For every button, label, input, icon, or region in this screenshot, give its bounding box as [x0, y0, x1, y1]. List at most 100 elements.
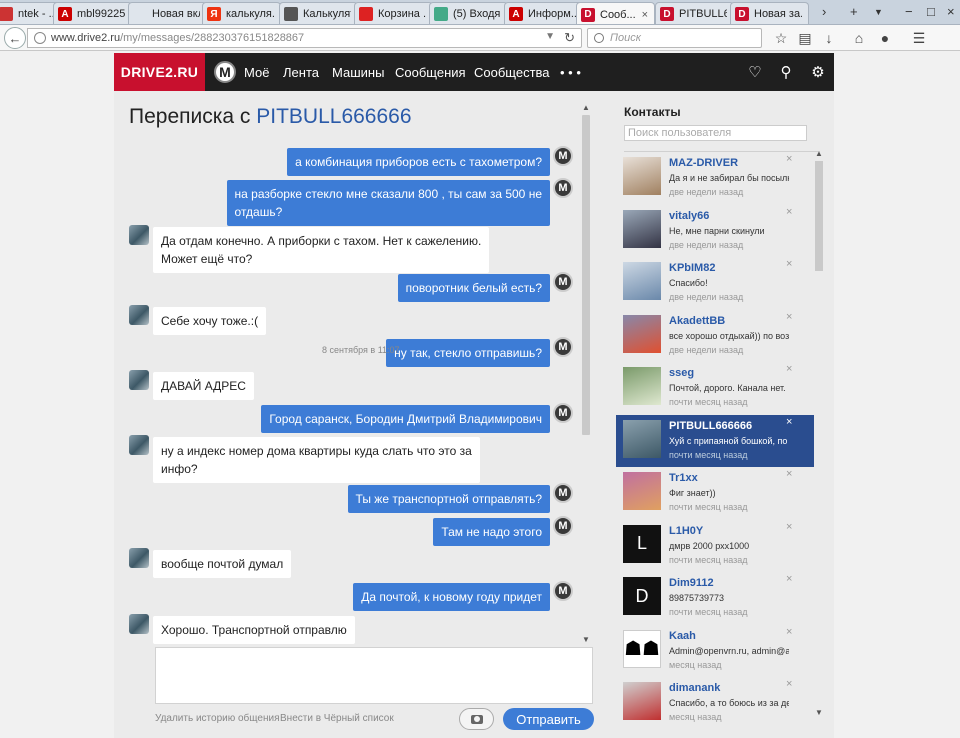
browser-tab[interactable]: Калькулят... [279, 2, 358, 24]
browser-search-input[interactable]: Поиск [587, 28, 762, 48]
browser-tab[interactable]: Новая вкладка [128, 2, 207, 24]
nav-item-messages[interactable]: Сообщения [395, 53, 466, 91]
browser-tab[interactable]: A Информ... [504, 2, 583, 24]
remove-contact-icon[interactable]: × [786, 311, 792, 323]
menu-icon[interactable]: ☰ [910, 30, 928, 47]
my-avatar[interactable]: M [553, 516, 573, 536]
scrollbar-thumb[interactable] [582, 115, 590, 435]
remove-contact-icon[interactable]: × [786, 521, 792, 533]
address-bar[interactable]: www.drive2.ru/my/messages/28823037615182… [27, 28, 582, 48]
contact-name[interactable]: Dim9112 [669, 577, 714, 589]
contact-item[interactable]: PITBULL666666 Хуй с припаяной бошкой, по … [616, 414, 814, 467]
contact-name[interactable]: dimanank [669, 682, 720, 694]
conversation-scrollbar[interactable]: ▲ ▼ [581, 103, 591, 645]
scroll-tabs-right-icon[interactable]: › [822, 4, 826, 19]
remove-contact-icon[interactable]: × [786, 363, 792, 375]
peer-avatar[interactable] [129, 614, 149, 634]
attach-photo-button[interactable] [459, 708, 494, 730]
chat-icon[interactable]: ● [876, 30, 894, 46]
peer-avatar[interactable] [129, 548, 149, 568]
my-avatar[interactable]: M [553, 403, 573, 423]
scroll-down-icon[interactable]: ▼ [815, 708, 823, 717]
my-avatar[interactable]: M [553, 146, 573, 166]
scroll-down-icon[interactable]: ▼ [582, 635, 590, 644]
contacts-search-input[interactable]: Поиск пользователя [624, 125, 807, 141]
gear-icon[interactable]: ⚙ [809, 63, 827, 81]
search-icon[interactable]: ⚲ [777, 63, 795, 81]
maximize-icon[interactable]: □ [927, 4, 935, 19]
contact-item[interactable]: sseg Почтой, дорого. Канала нет. почти мес… [616, 362, 814, 414]
contact-item[interactable]: vitaly66 Не, мне парни скинули две недели … [616, 205, 814, 257]
browser-tab[interactable]: D PITBULL6... [655, 2, 734, 24]
peer-link[interactable]: PITBULL666666 [256, 105, 411, 128]
contact-item[interactable]: ☗☗ Kaah Admin@openvrn.ru, admin@ad... месяц… [616, 625, 814, 677]
my-avatar[interactable]: M [553, 337, 573, 357]
contact-name[interactable]: AkadettBB [669, 315, 725, 327]
nav-item-my[interactable]: Моё [244, 53, 269, 91]
browser-tab[interactable]: D Сооб... × [576, 2, 655, 24]
star-icon[interactable]: ☆ [772, 30, 790, 47]
blacklist-link[interactable]: Внести в Чёрный список [280, 713, 394, 724]
contact-name[interactable]: KPbIM82 [669, 262, 715, 274]
bookmarks-icon[interactable]: ▤ [796, 30, 814, 47]
reload-icon[interactable]: ↻ [564, 30, 575, 46]
peer-avatar[interactable] [129, 305, 149, 325]
contact-name[interactable]: MAZ-DRIVER [669, 157, 738, 169]
remove-contact-icon[interactable]: × [786, 678, 792, 690]
remove-contact-icon[interactable]: × [786, 626, 792, 638]
contacts-scrollbar[interactable]: ▲ ▼ [814, 149, 824, 718]
remove-contact-icon[interactable]: × [786, 258, 792, 270]
scroll-up-icon[interactable]: ▲ [815, 149, 823, 158]
message-input[interactable] [155, 647, 593, 704]
contact-item[interactable]: AkadettBB все хорошо отдыхай)) по воз... д… [616, 310, 814, 362]
back-button[interactable]: ← [4, 27, 26, 49]
scroll-up-icon[interactable]: ▲ [582, 103, 590, 112]
contact-name[interactable]: vitaly66 [669, 210, 709, 222]
contact-item[interactable]: D Dim9112 89875739773 почти месяц назад × [616, 572, 814, 624]
contact-name[interactable]: Tr1xx [669, 472, 698, 484]
browser-tab[interactable]: (5) Входя... [429, 2, 508, 24]
history-dropdown-icon[interactable]: ▼ [545, 31, 555, 42]
contact-name[interactable]: PITBULL666666 [669, 420, 752, 432]
contact-name[interactable]: L1H0Y [669, 525, 703, 537]
contact-item[interactable]: L L1H0Y дмрв 2000 рхх1000 почти месяц назад… [616, 520, 814, 572]
peer-avatar[interactable] [129, 370, 149, 390]
home-icon[interactable]: ⌂ [850, 30, 868, 46]
my-avatar[interactable]: M [553, 272, 573, 292]
peer-avatar[interactable] [129, 435, 149, 455]
remove-contact-icon[interactable]: × [786, 206, 792, 218]
contact-item[interactable]: KPbIM82 Спасибо! две недели назад × [616, 257, 814, 309]
scrollbar-thumb[interactable] [815, 161, 823, 271]
browser-tab[interactable]: Ambl99225... [53, 2, 132, 24]
nav-item-communities[interactable]: Сообщества [474, 53, 550, 91]
site-logo[interactable]: DRIVE2.RU [114, 53, 205, 91]
tab-list-icon[interactable]: ▼ [874, 7, 883, 17]
remove-contact-icon[interactable]: × [786, 153, 792, 165]
my-avatar[interactable]: M [553, 581, 573, 601]
close-tab-icon[interactable]: × [642, 9, 648, 21]
contact-name[interactable]: sseg [669, 367, 694, 379]
clear-history-link[interactable]: Удалить историю общения [155, 713, 280, 724]
minimize-icon[interactable]: − [905, 4, 913, 19]
nav-item-feed[interactable]: Лента [283, 53, 319, 91]
contact-item[interactable]: Tr1xx Фиг знает)) почти месяц назад × [616, 467, 814, 519]
nav-item-cars[interactable]: Машины [332, 53, 384, 91]
send-button[interactable]: Отправить [503, 708, 594, 730]
contact-name[interactable]: Kaah [669, 630, 696, 642]
user-avatar[interactable]: M [214, 61, 236, 83]
remove-contact-icon[interactable]: × [786, 573, 792, 585]
browser-tab[interactable]: Якалькуля... [202, 2, 281, 24]
remove-contact-icon[interactable]: × [786, 468, 792, 480]
browser-tab[interactable]: Корзина ... [354, 2, 433, 24]
my-avatar[interactable]: M [553, 178, 573, 198]
browser-tab[interactable]: D Новая за... [730, 2, 809, 24]
contact-item[interactable]: MAZ-DRIVER Да я и не забирал бы посылк...… [616, 152, 814, 204]
peer-avatar[interactable] [129, 225, 149, 245]
remove-contact-icon[interactable]: × [786, 416, 792, 428]
new-tab-icon[interactable]: + [850, 4, 858, 19]
bell-icon[interactable]: ♡ [746, 63, 764, 81]
close-window-icon[interactable]: × [947, 4, 955, 19]
more-menu-icon[interactable]: • • • [560, 53, 581, 91]
contact-item[interactable]: dimanank Спасибо, а то боюсь из за де... м… [616, 677, 814, 729]
download-icon[interactable]: ↓ [820, 30, 838, 46]
